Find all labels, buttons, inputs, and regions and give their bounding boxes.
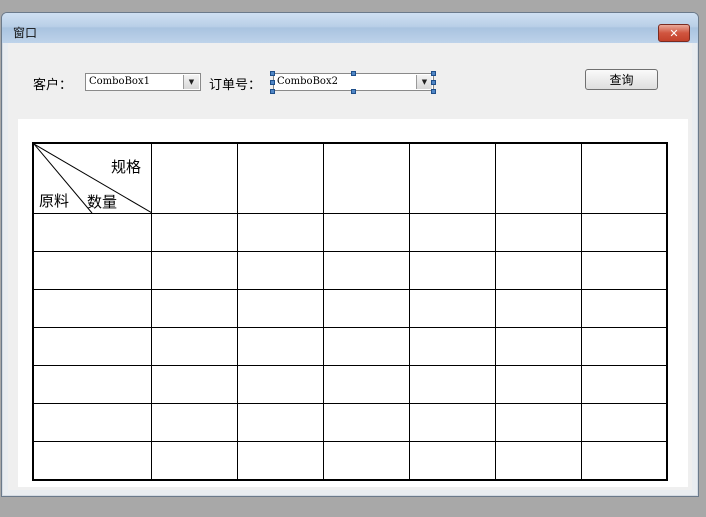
table-cell: [32, 326, 152, 366]
table-cell: [236, 364, 324, 404]
close-icon: ✕: [669, 26, 679, 40]
selection-handle[interactable]: [270, 89, 275, 94]
customer-label: 客户：: [33, 78, 73, 93]
table-cell: [494, 364, 582, 404]
table-cell: [150, 402, 238, 442]
header-cell: [236, 142, 324, 214]
query-button[interactable]: 查询: [585, 69, 658, 90]
table-row: [32, 250, 668, 290]
table-cell: [32, 250, 152, 290]
client-area: 客户： ComboBox1 ▼ 订单号： ComboBox2 ▼ 查询 规格 原…: [8, 43, 692, 490]
report-table: 规格 原料 数量: [32, 142, 668, 481]
table-cell: [580, 288, 668, 328]
table-cell: [150, 250, 238, 290]
header-cell: [408, 142, 496, 214]
window-title: 窗口: [13, 26, 38, 40]
table-cell: [580, 440, 668, 480]
table-cell: [408, 440, 496, 480]
table-cell: [322, 364, 410, 404]
table-cell: [494, 288, 582, 328]
table-cell: [322, 326, 410, 366]
table-cell: [494, 250, 582, 290]
table-cell: [408, 402, 496, 442]
selection-handle[interactable]: [270, 71, 275, 76]
table-cell: [150, 326, 238, 366]
table-cell: [580, 212, 668, 252]
table-cell: [322, 250, 410, 290]
table-cell: [236, 326, 324, 366]
title-bar[interactable]: 窗口 ✕: [2, 13, 698, 43]
table-cell: [150, 440, 238, 480]
table-cell: [32, 212, 152, 252]
table-cell: [236, 288, 324, 328]
table-cell: [32, 402, 152, 442]
table-row: [32, 212, 668, 252]
close-button[interactable]: ✕: [658, 24, 690, 42]
table-cell: [494, 402, 582, 442]
table-cell: [322, 288, 410, 328]
table-cell: [150, 288, 238, 328]
selection-handle[interactable]: [351, 89, 356, 94]
table-cell: [408, 326, 496, 366]
order-combobox-value: ComboBox2: [277, 76, 338, 87]
table-cell: [408, 212, 496, 252]
customer-combobox-value: ComboBox1: [89, 76, 150, 87]
table-row: [32, 326, 668, 366]
header-cell: [580, 142, 668, 214]
table-row: [32, 440, 668, 480]
table-row: [32, 364, 668, 404]
selection-handle[interactable]: [351, 71, 356, 76]
table-cell: [322, 212, 410, 252]
table-cell: [236, 440, 324, 480]
table-cell: [236, 250, 324, 290]
table-cell: [580, 250, 668, 290]
table-cell: [494, 212, 582, 252]
table-cell: [150, 212, 238, 252]
table-cell: [580, 402, 668, 442]
table-cell: [408, 288, 496, 328]
table-cell: [32, 364, 152, 404]
corner-header-cell: 规格 原料 数量: [32, 142, 152, 214]
table-cell: [322, 440, 410, 480]
selection-handle[interactable]: [270, 80, 275, 85]
table-cell: [322, 402, 410, 442]
report-panel: 规格 原料 数量: [18, 119, 688, 487]
table-cell: [408, 250, 496, 290]
chevron-down-icon[interactable]: ▼: [183, 75, 199, 89]
header-spec-label: 规格: [111, 158, 142, 176]
table-cell: [236, 402, 324, 442]
header-cell: [150, 142, 238, 214]
table-cell: [580, 326, 668, 366]
table-cell: [580, 364, 668, 404]
table-cell: [32, 288, 152, 328]
customer-combobox[interactable]: ComboBox1 ▼: [85, 73, 201, 91]
order-label: 订单号：: [209, 78, 262, 93]
selection-handle[interactable]: [431, 71, 436, 76]
table-cell: [408, 364, 496, 404]
table-row: [32, 402, 668, 442]
table-cell: [150, 364, 238, 404]
selection-handle[interactable]: [431, 80, 436, 85]
table-cell: [32, 440, 152, 480]
chevron-down-icon[interactable]: ▼: [416, 75, 432, 89]
table-body: [32, 212, 668, 480]
header-cell: [322, 142, 410, 214]
selection-handle[interactable]: [431, 89, 436, 94]
table-cell: [494, 326, 582, 366]
header-cell: [494, 142, 582, 214]
table-row: [32, 288, 668, 328]
header-material-label: 原料: [39, 192, 70, 210]
table-cell: [494, 440, 582, 480]
window: 窗口 ✕ 客户： ComboBox1 ▼ 订单号： ComboBox2 ▼ 查询: [1, 12, 699, 497]
header-quantity-label: 数量: [87, 193, 118, 211]
table-cell: [236, 212, 324, 252]
